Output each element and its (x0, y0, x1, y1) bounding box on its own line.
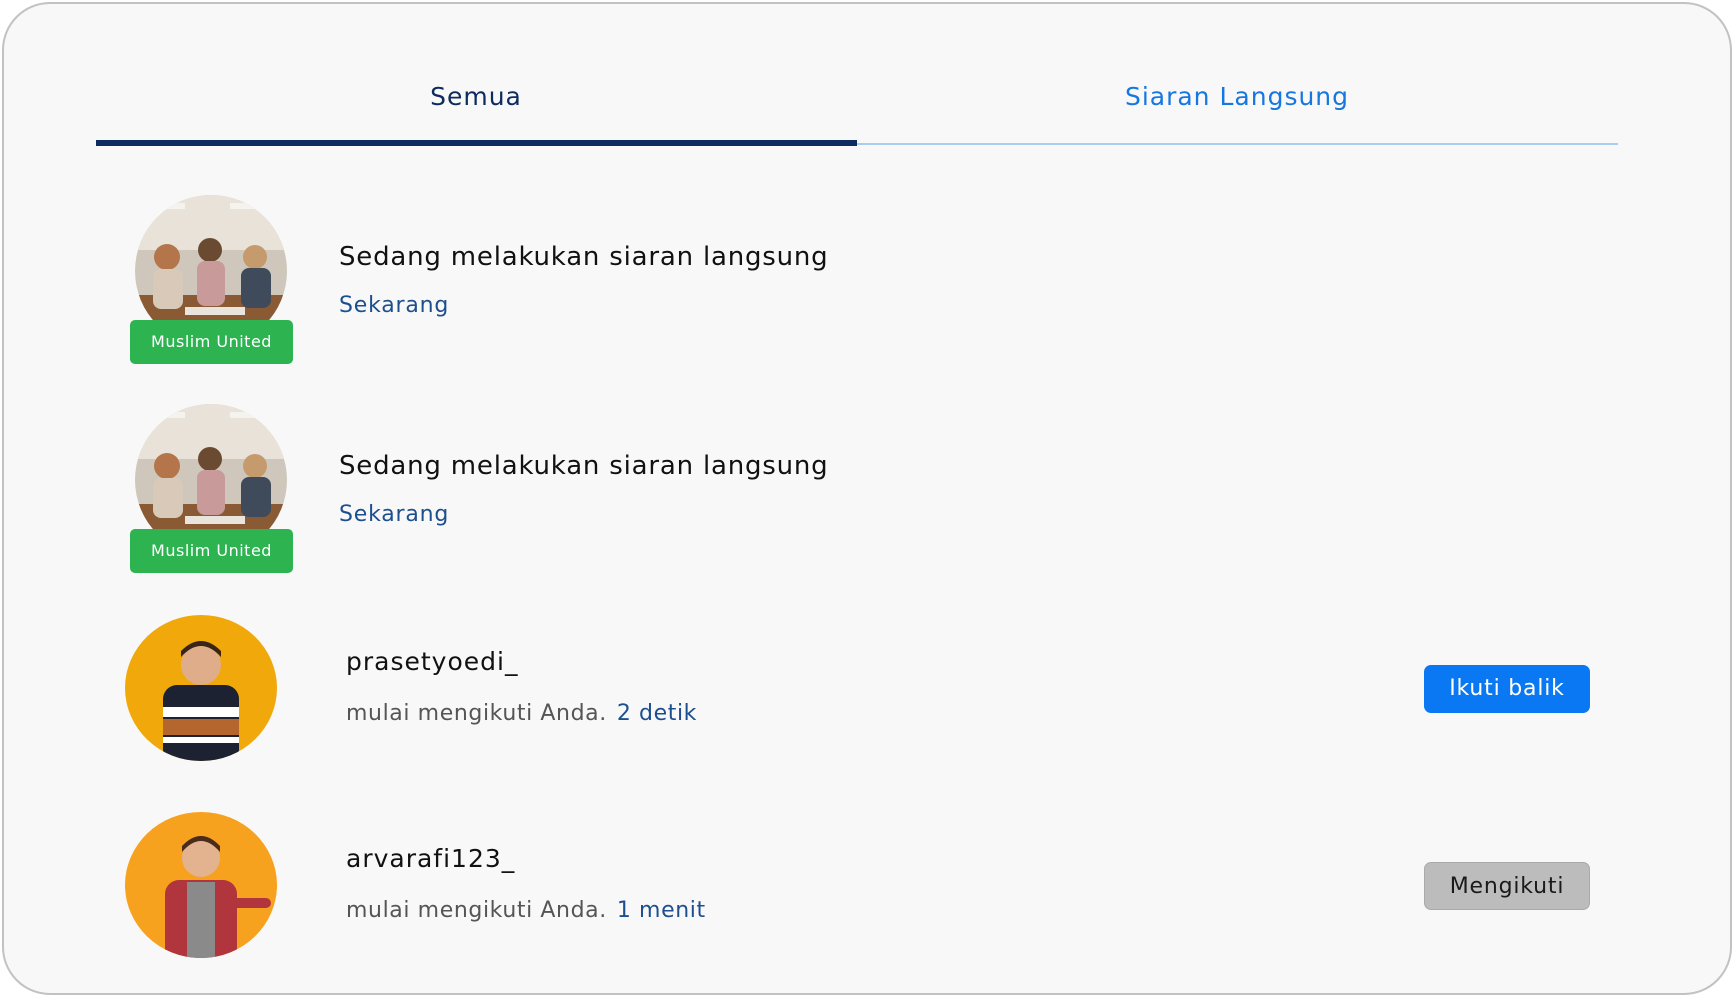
notification-title: Sedang melakukan siaran langsung (339, 242, 829, 272)
user-avatar[interactable] (125, 615, 277, 761)
follow-message-text: mulai mengikuti Anda. (346, 898, 607, 923)
community-badge: Muslim United (130, 529, 293, 573)
follow-message-text: mulai mengikuti Anda. (346, 701, 607, 726)
username[interactable]: prasetyoedi_ (346, 647, 518, 676)
tab-semua[interactable]: Semua (96, 82, 856, 111)
follow-back-button[interactable]: Ikuti balik (1424, 665, 1590, 713)
user-avatar[interactable] (125, 812, 277, 958)
following-button[interactable]: Mengikuti (1424, 862, 1590, 910)
username[interactable]: arvarafi123_ (346, 844, 515, 873)
notification-title: Sedang melakukan siaran langsung (339, 451, 829, 481)
notification-time: 1 menit (616, 898, 706, 923)
tab-siaran-langsung[interactable]: Siaran Langsung (857, 82, 1617, 111)
notification-time: Sekarang (339, 293, 450, 318)
notification-time: Sekarang (339, 502, 450, 527)
community-badge: Muslim United (130, 320, 293, 364)
notifications-panel: Semua Siaran Langsung Muslim United Seda… (2, 2, 1732, 995)
notification-time: 2 detik (616, 701, 698, 726)
follow-message: mulai mengikuti Anda. 2 detik (346, 701, 697, 726)
follow-message: mulai mengikuti Anda. 1 menit (346, 898, 706, 923)
tab-active-indicator (96, 140, 857, 146)
